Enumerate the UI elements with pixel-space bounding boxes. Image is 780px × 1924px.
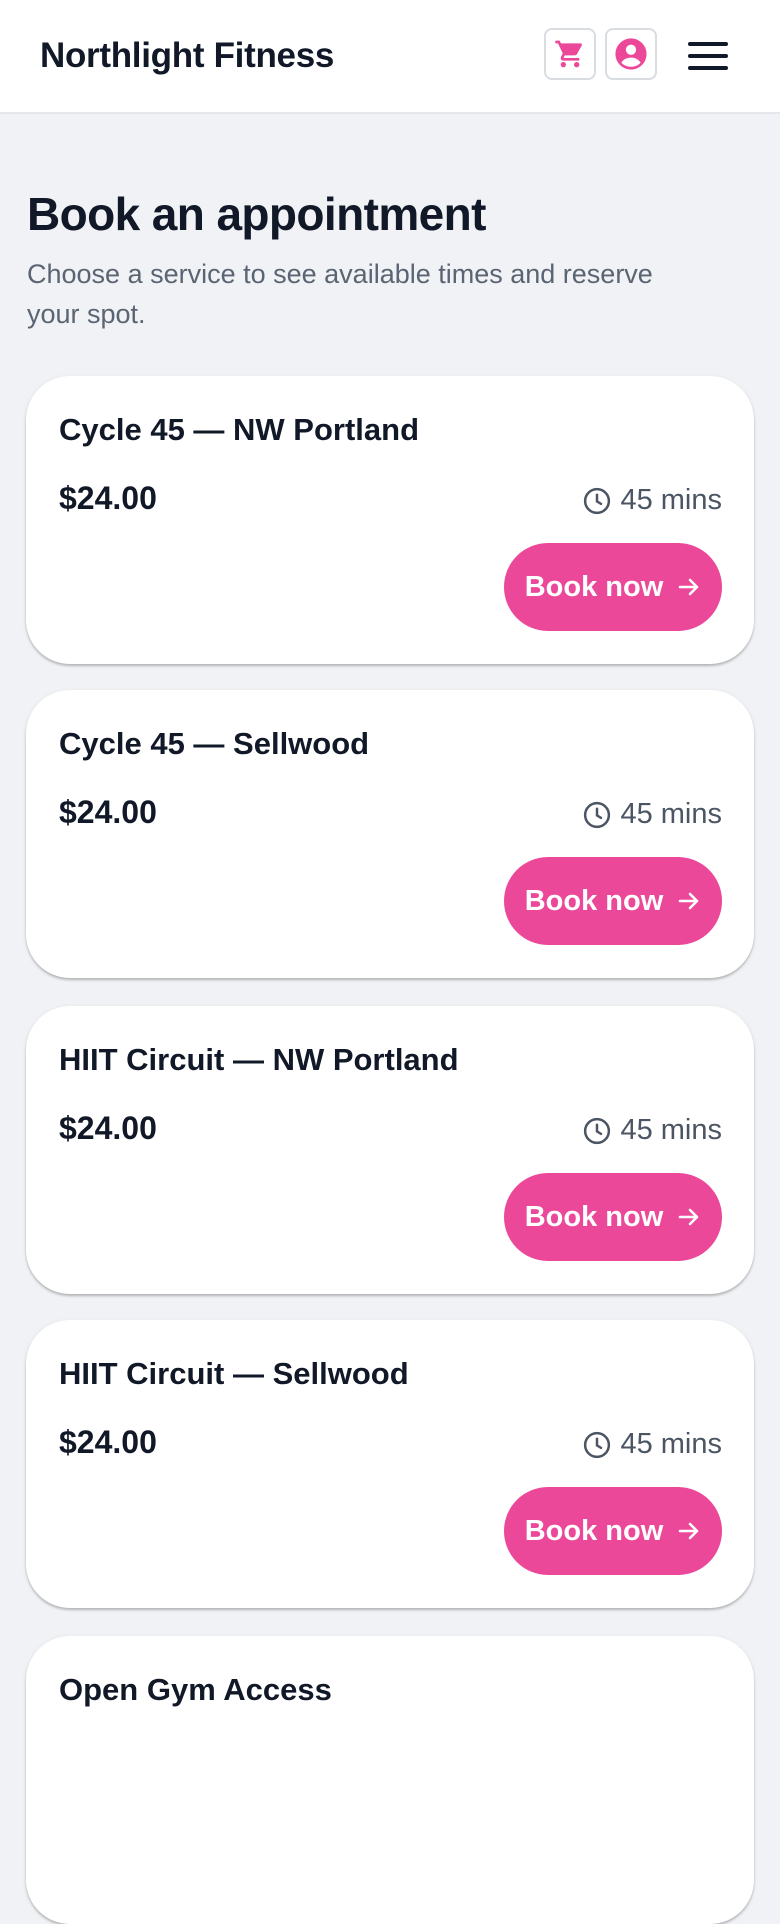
arrow-right-icon bbox=[677, 575, 701, 599]
service-price: $24.00 bbox=[59, 1110, 157, 1146]
page-subtitle: Choose a service to see available times … bbox=[27, 259, 653, 329]
book-now-button[interactable]: Book now bbox=[504, 543, 722, 631]
service-card: HIIT Circuit — NW Portland $24.00 45 min… bbox=[26, 1006, 754, 1294]
service-duration: 45 mins bbox=[582, 798, 722, 831]
brand-name[interactable]: Northlight Fitness bbox=[40, 36, 334, 76]
account-button[interactable] bbox=[605, 28, 657, 80]
top-navigation-bar: Northlight Fitness bbox=[0, 0, 780, 114]
book-now-button[interactable]: Book now bbox=[504, 1173, 722, 1261]
service-title: Cycle 45 — NW Portland bbox=[59, 412, 420, 447]
service-duration: 45 mins bbox=[582, 484, 722, 517]
clock-icon bbox=[582, 486, 612, 516]
duration-text: 45 mins bbox=[620, 1428, 722, 1460]
book-now-label: Book now bbox=[524, 884, 664, 917]
service-title: HIIT Circuit — NW Portland bbox=[59, 1042, 459, 1077]
arrow-right-icon bbox=[677, 889, 701, 913]
service-title: Cycle 45 — Sellwood bbox=[59, 726, 370, 761]
menu-button[interactable] bbox=[686, 38, 730, 74]
clock-icon bbox=[582, 800, 612, 830]
service-price: $24.00 bbox=[59, 1424, 157, 1460]
arrow-right-icon bbox=[677, 1205, 701, 1229]
cart-icon bbox=[554, 38, 586, 70]
service-card: Open Gym Access bbox=[26, 1636, 754, 1924]
duration-text: 45 mins bbox=[620, 484, 722, 516]
service-price: $24.00 bbox=[59, 794, 157, 830]
clock-icon bbox=[582, 1430, 612, 1460]
book-now-label: Book now bbox=[524, 570, 664, 603]
page-title: Book an appointment bbox=[27, 188, 486, 240]
service-duration: 45 mins bbox=[582, 1428, 722, 1461]
arrow-right-icon bbox=[677, 1519, 701, 1543]
book-now-label: Book now bbox=[524, 1514, 664, 1547]
service-card: Cycle 45 — Sellwood $24.00 45 mins Book … bbox=[26, 690, 754, 978]
clock-icon bbox=[582, 1116, 612, 1146]
account-circle-icon bbox=[614, 37, 648, 71]
service-card: Cycle 45 — NW Portland $24.00 45 mins Bo… bbox=[26, 376, 754, 664]
book-now-button[interactable]: Book now bbox=[504, 857, 722, 945]
service-title: HIIT Circuit — Sellwood bbox=[59, 1356, 409, 1391]
duration-text: 45 mins bbox=[620, 798, 722, 830]
service-price: $24.00 bbox=[59, 480, 157, 516]
cart-button[interactable] bbox=[544, 28, 596, 80]
service-duration: 45 mins bbox=[582, 1114, 722, 1147]
duration-text: 45 mins bbox=[620, 1114, 722, 1146]
service-title: Open Gym Access bbox=[59, 1672, 332, 1707]
hamburger-menu-icon bbox=[687, 40, 729, 72]
book-now-button[interactable]: Book now bbox=[504, 1487, 722, 1575]
book-now-label: Book now bbox=[524, 1200, 664, 1233]
service-card: HIIT Circuit — Sellwood $24.00 45 mins B… bbox=[26, 1320, 754, 1608]
